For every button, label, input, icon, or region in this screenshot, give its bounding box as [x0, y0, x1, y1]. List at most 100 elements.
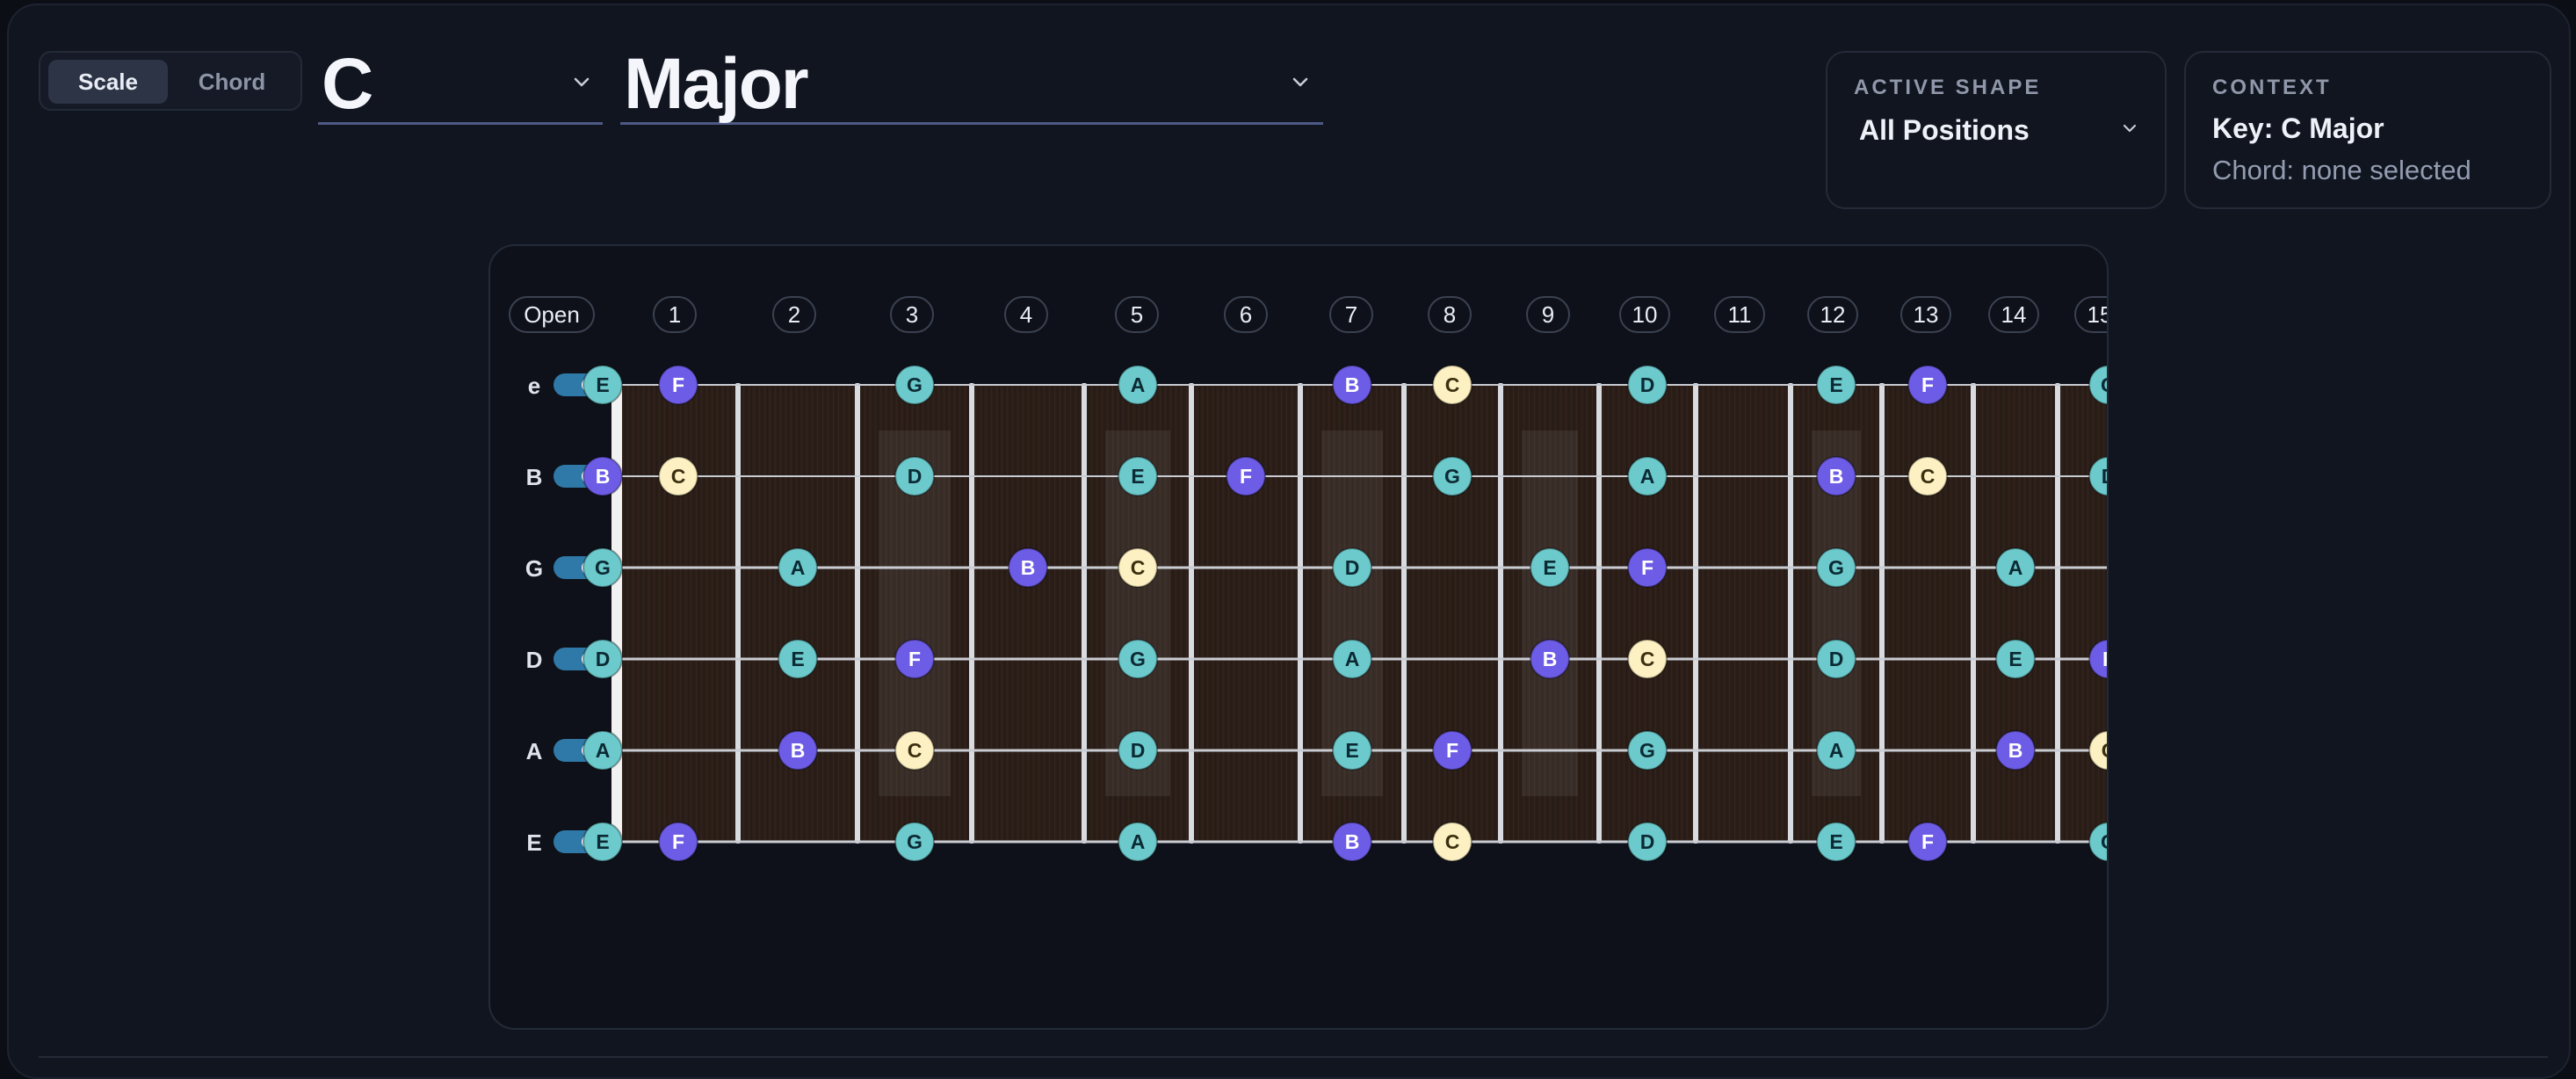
- note-dot[interactable]: G: [894, 365, 935, 405]
- active-shape-card[interactable]: ACTIVE SHAPE All Positions: [1826, 51, 2167, 209]
- svg-text:A: A: [596, 739, 611, 762]
- svg-text:G: G: [1828, 556, 1844, 579]
- note-dot[interactable]: E: [582, 365, 623, 405]
- note-dot[interactable]: B: [778, 730, 818, 771]
- scale-mode-button[interactable]: Scale: [48, 60, 168, 104]
- note-dot[interactable]: A: [1118, 365, 1158, 405]
- chevron-down-icon: [1292, 77, 1308, 87]
- note-dot[interactable]: B: [1008, 547, 1048, 588]
- note-dot[interactable]: G: [894, 822, 935, 862]
- svg-text:11: 11: [1728, 301, 1752, 328]
- note-dot[interactable]: F: [658, 365, 698, 405]
- note-dot[interactable]: F: [1627, 547, 1668, 588]
- note-dot[interactable]: B: [1530, 639, 1570, 679]
- string-name: B: [526, 464, 543, 490]
- note-dot[interactable]: C: [1432, 365, 1473, 405]
- svg-text:D: D: [908, 465, 923, 488]
- note-dot[interactable]: A: [1332, 639, 1372, 679]
- note-dot[interactable]: B: [1332, 822, 1372, 862]
- note-dot[interactable]: G: [1627, 730, 1668, 771]
- fret-label-8: 8: [1428, 296, 1472, 333]
- scale-type-value: Major: [624, 44, 809, 124]
- note-dot[interactable]: A: [1118, 822, 1158, 862]
- note-dot[interactable]: F: [1432, 730, 1473, 771]
- svg-text:C: C: [1921, 465, 1936, 488]
- root-note-value: C: [322, 44, 373, 124]
- note-dot[interactable]: D: [1627, 365, 1668, 405]
- fret-label-9: 9: [1526, 296, 1570, 333]
- svg-text:8: 8: [1444, 301, 1456, 328]
- svg-text:A: A: [2008, 556, 2023, 579]
- note-dot[interactable]: F: [658, 822, 698, 862]
- svg-text:1: 1: [669, 301, 681, 328]
- note-dot[interactable]: E: [1816, 365, 1856, 405]
- svg-text:15: 15: [2088, 301, 2107, 328]
- note-dot[interactable]: B: [1995, 730, 2036, 771]
- note-dot[interactable]: B: [1816, 456, 1856, 496]
- fret-wire: [2055, 383, 2060, 844]
- note-dot[interactable]: D: [1816, 639, 1856, 679]
- svg-text:A: A: [1345, 648, 1360, 670]
- fret-label-12: 12: [1807, 296, 1858, 333]
- note-dot[interactable]: A: [1627, 456, 1668, 496]
- note-dot[interactable]: E: [1995, 639, 2036, 679]
- svg-text:F: F: [672, 830, 684, 853]
- note-dot[interactable]: B: [1332, 365, 1372, 405]
- fret-wire: [735, 383, 741, 844]
- note-dot[interactable]: C: [658, 456, 698, 496]
- fret-label-2: 2: [772, 296, 816, 333]
- note-dot[interactable]: E: [778, 639, 818, 679]
- note-dot[interactable]: E: [1332, 730, 1372, 771]
- note-dot[interactable]: G: [582, 547, 623, 588]
- svg-text:B: B: [1345, 830, 1360, 853]
- svg-text:E: E: [1131, 465, 1144, 488]
- svg-text:F: F: [1641, 556, 1653, 579]
- svg-text:2: 2: [788, 301, 800, 328]
- svg-text:E: E: [791, 648, 804, 670]
- note-dot[interactable]: E: [1530, 547, 1570, 588]
- note-dot[interactable]: G: [1816, 547, 1856, 588]
- context-key: Key: C Major: [2212, 112, 2384, 144]
- note-dot[interactable]: E: [1816, 822, 1856, 862]
- fret-wire: [855, 383, 860, 844]
- scale-type-select[interactable]: Major: [620, 44, 1323, 125]
- note-dot[interactable]: F: [1226, 456, 1266, 496]
- svg-text:E: E: [596, 373, 609, 396]
- svg-text:F: F: [1921, 373, 1934, 396]
- note-dot[interactable]: D: [582, 639, 623, 679]
- note-dot[interactable]: F: [894, 639, 935, 679]
- note-dot[interactable]: A: [582, 730, 623, 771]
- note-dot[interactable]: B: [582, 456, 623, 496]
- note-dot[interactable]: D: [894, 456, 935, 496]
- note-dot[interactable]: C: [1627, 639, 1668, 679]
- note-dot[interactable]: G: [1118, 639, 1158, 679]
- fretboard-panel: Open123456789101112131415eBGDAE EFGABCDE…: [488, 244, 2109, 1030]
- note-dot[interactable]: G: [1432, 456, 1473, 496]
- note-dot[interactable]: F: [1907, 822, 1948, 862]
- svg-text:D: D: [1640, 830, 1655, 853]
- note-dot[interactable]: A: [1816, 730, 1856, 771]
- note-dot[interactable]: C: [1907, 456, 1948, 496]
- svg-text:C: C: [1445, 830, 1460, 853]
- note-dot[interactable]: E: [582, 822, 623, 862]
- root-note-select[interactable]: C: [318, 44, 603, 125]
- svg-text:B: B: [791, 739, 806, 762]
- note-dot[interactable]: E: [1118, 456, 1158, 496]
- note-dot[interactable]: D: [1118, 730, 1158, 771]
- chord-mode-button[interactable]: Chord: [172, 60, 292, 104]
- note-dot[interactable]: C: [894, 730, 935, 771]
- svg-text:D: D: [596, 648, 611, 670]
- note-dot[interactable]: A: [1995, 547, 2036, 588]
- note-dot[interactable]: A: [778, 547, 818, 588]
- note-dot[interactable]: C: [1432, 822, 1473, 862]
- note-dot[interactable]: D: [1332, 547, 1372, 588]
- fretboard: Open123456789101112131415eBGDAE EFGABCDE…: [509, 296, 2107, 862]
- note-dot[interactable]: C: [1118, 547, 1158, 588]
- note-dot[interactable]: F: [1907, 365, 1948, 405]
- svg-text:G: G: [907, 373, 923, 396]
- context-label: CONTEXT: [2212, 76, 2332, 99]
- note-dot[interactable]: D: [1627, 822, 1668, 862]
- fret-wire: [1189, 383, 1194, 844]
- fret-wire: [1971, 383, 1976, 844]
- svg-text:D: D: [1345, 556, 1360, 579]
